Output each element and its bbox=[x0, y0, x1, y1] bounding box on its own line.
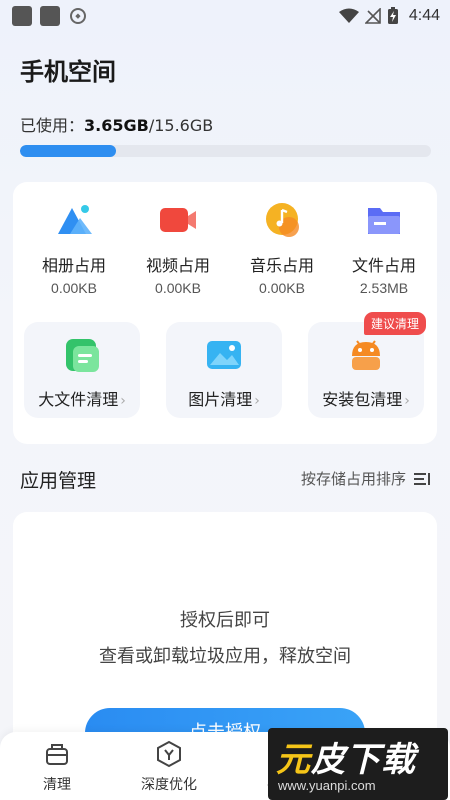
watermark-logo: 元皮下载 www.yuanpi.com bbox=[268, 728, 448, 800]
notification-icon bbox=[40, 6, 60, 26]
used-value: 3.65GB bbox=[84, 116, 149, 135]
tool-label: 安装包清理 bbox=[322, 390, 403, 409]
tool-label: 大文件清理 bbox=[38, 390, 119, 409]
category-size: 0.00KB bbox=[259, 280, 305, 296]
image-icon bbox=[205, 336, 243, 374]
total-value: /15.6GB bbox=[148, 116, 214, 135]
watermark-url: www.yuanpi.com bbox=[278, 778, 376, 793]
sort-label: 按存储占用排序 bbox=[300, 470, 406, 488]
recommend-badge: 建议清理 bbox=[363, 312, 426, 335]
category-size: 0.00KB bbox=[155, 280, 201, 296]
tool-image-clean[interactable]: 图片清理 › bbox=[166, 322, 282, 418]
wifi-icon bbox=[338, 8, 359, 23]
notification-icon bbox=[12, 6, 32, 26]
tab-deep-optimize[interactable]: 深度优化 bbox=[114, 740, 224, 794]
used-label: 已使用： bbox=[20, 116, 85, 135]
large-file-icon bbox=[63, 336, 101, 374]
clock: 4:44 bbox=[408, 7, 440, 24]
category-name: 音乐占用 bbox=[249, 256, 314, 275]
chevron-right-icon: › bbox=[120, 393, 126, 409]
empty-hint-title: 授权后即可 bbox=[180, 610, 270, 631]
category-files[interactable]: 文件占用 2.53MB bbox=[331, 200, 437, 296]
category-name: 视频占用 bbox=[145, 256, 210, 275]
music-icon bbox=[262, 200, 302, 240]
storage-card: 相册占用 0.00KB 视频占用 0.00KB 音乐占用 0.00KB 文件占用… bbox=[13, 182, 437, 444]
app-management-title: 应用管理 bbox=[20, 470, 97, 492]
category-album[interactable]: 相册占用 0.00KB bbox=[21, 200, 127, 296]
android-package-icon bbox=[347, 336, 385, 374]
optimize-icon bbox=[155, 740, 183, 768]
clean-icon bbox=[43, 740, 71, 768]
tool-large-file-clean[interactable]: 大文件清理 › bbox=[24, 322, 140, 418]
status-right: 4:44 bbox=[338, 0, 440, 32]
video-icon bbox=[158, 200, 198, 240]
album-icon bbox=[54, 200, 94, 240]
no-signal-icon bbox=[364, 8, 381, 24]
page-title: 手机空间 bbox=[20, 58, 116, 86]
sort-icon bbox=[414, 472, 430, 486]
chevron-right-icon: › bbox=[254, 393, 260, 409]
category-size: 0.00KB bbox=[51, 280, 97, 296]
folder-icon bbox=[364, 200, 404, 240]
storage-progress-bar bbox=[20, 145, 431, 157]
category-video[interactable]: 视频占用 0.00KB bbox=[125, 200, 231, 296]
sort-by-storage-button[interactable]: 按存储占用排序 bbox=[301, 468, 430, 489]
battery-charging-icon bbox=[387, 7, 398, 24]
status-bar: ◆ 4:44 bbox=[0, 0, 450, 32]
storage-progress-fill bbox=[20, 145, 117, 157]
category-music[interactable]: 音乐占用 0.00KB bbox=[229, 200, 335, 296]
category-name: 相册占用 bbox=[41, 256, 106, 275]
tool-package-clean[interactable]: 建议清理 安装包清理 › bbox=[308, 312, 426, 418]
tool-label: 图片清理 bbox=[188, 390, 253, 409]
chevron-right-icon: › bbox=[404, 393, 410, 409]
storage-usage: 已使用：3.65GB/15.6GB bbox=[20, 112, 213, 136]
empty-hint-desc: 查看或卸载垃圾应用，释放空间 bbox=[99, 646, 351, 667]
shield-icon: ◆ bbox=[70, 8, 86, 24]
category-size: 2.53MB bbox=[359, 280, 409, 296]
tab-label: 清理 bbox=[43, 777, 71, 793]
tab-label: 深度优化 bbox=[141, 777, 197, 793]
category-name: 文件占用 bbox=[351, 256, 416, 275]
tab-clean[interactable]: 清理 bbox=[2, 740, 112, 794]
